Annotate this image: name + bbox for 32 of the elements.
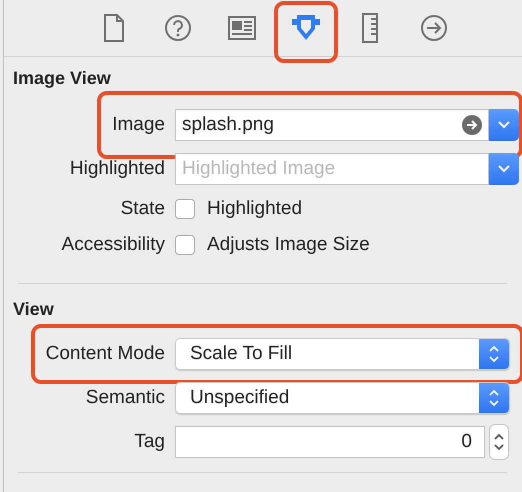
ruler-icon bbox=[361, 13, 379, 43]
up-down-icon bbox=[488, 388, 500, 408]
inspector-tab[interactable] bbox=[274, 1, 338, 63]
popup-button[interactable]: Unspecified bbox=[175, 382, 510, 414]
dropdown-button[interactable] bbox=[489, 153, 519, 185]
file-icon bbox=[103, 14, 125, 42]
checkbox[interactable] bbox=[175, 199, 195, 219]
attributes-icon bbox=[291, 14, 321, 42]
card-icon bbox=[228, 16, 256, 40]
field-label: Tag bbox=[134, 431, 165, 453]
section-title: Image View bbox=[13, 67, 112, 90]
checkbox-label: Adjusts Image Size bbox=[207, 234, 370, 256]
chevron-down-icon bbox=[498, 165, 510, 173]
checkbox[interactable] bbox=[175, 235, 195, 255]
field-label: Content Mode bbox=[46, 343, 165, 365]
stepper[interactable] bbox=[489, 424, 509, 460]
help-icon bbox=[164, 14, 192, 42]
dropdown-button[interactable] bbox=[489, 109, 519, 141]
field-label: Highlighted bbox=[70, 158, 165, 180]
popup-button[interactable]: Scale To Fill bbox=[175, 338, 510, 370]
tag-field[interactable]: 0 bbox=[175, 426, 485, 458]
checkbox-label: Highlighted bbox=[207, 198, 302, 220]
arrow-circle-icon bbox=[420, 14, 448, 42]
chevron-down-icon bbox=[498, 121, 510, 129]
up-down-icon bbox=[493, 432, 505, 452]
field-label: State bbox=[120, 198, 165, 220]
field-label: Accessibility bbox=[62, 234, 165, 256]
field-label: Semantic bbox=[86, 387, 165, 409]
field-label: Image bbox=[112, 114, 165, 136]
section-title: View bbox=[13, 298, 55, 321]
up-down-icon bbox=[488, 344, 500, 364]
image-combo-field[interactable]: splash.png bbox=[175, 109, 489, 141]
